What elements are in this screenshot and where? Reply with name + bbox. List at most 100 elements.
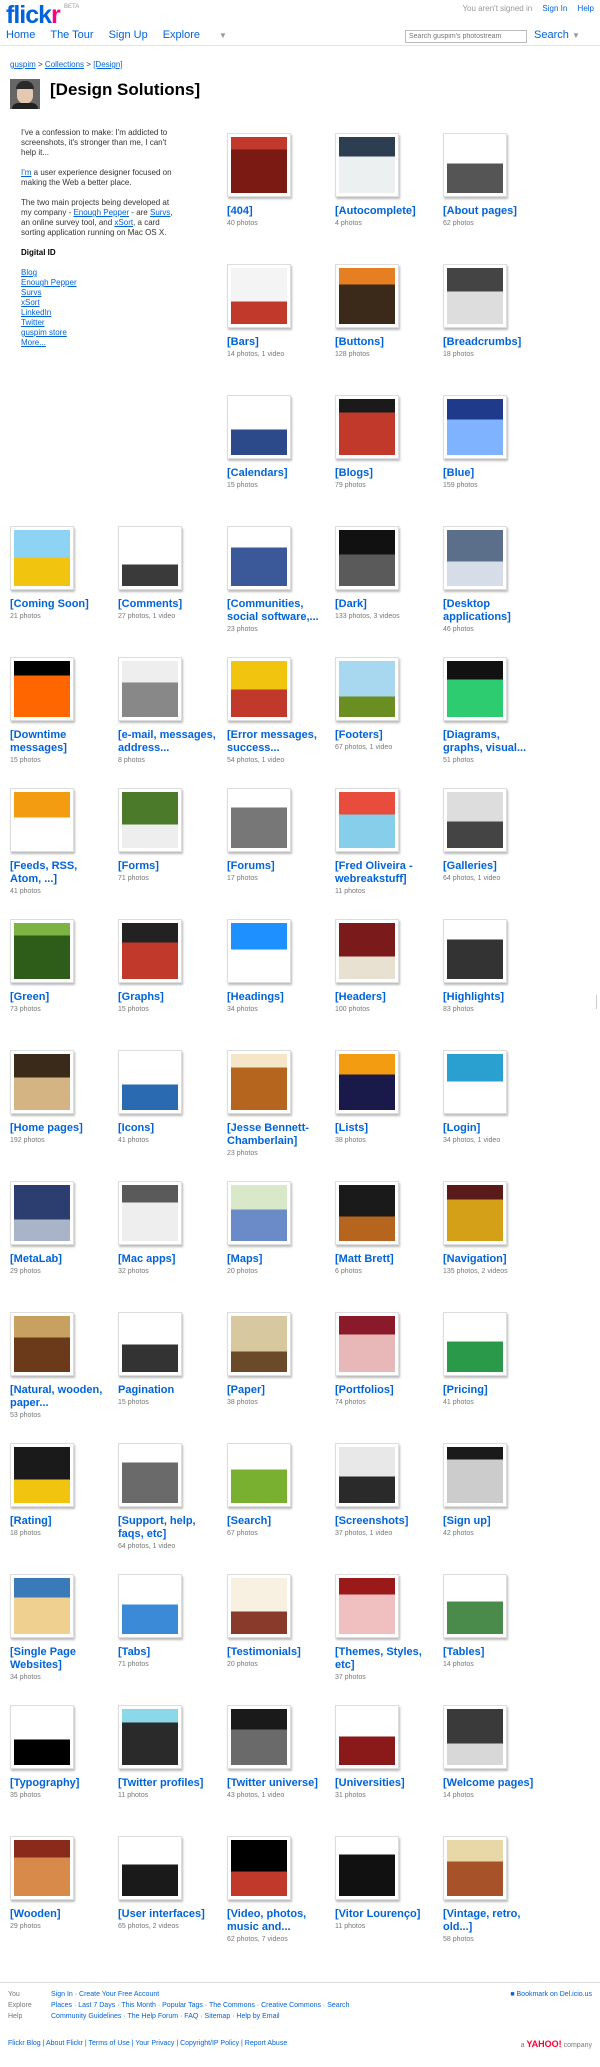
sign-in-link[interactable]: Sign In — [542, 4, 567, 13]
set-thumbnail[interactable] — [227, 788, 291, 852]
set-thumbnail[interactable] — [443, 1181, 507, 1245]
set-thumbnail[interactable] — [443, 1836, 507, 1900]
set-title[interactable]: [Twitter profiles] — [118, 1777, 216, 1790]
set-title[interactable]: [Headers] — [335, 991, 433, 1004]
set-thumbnail[interactable] — [118, 1705, 182, 1769]
set-thumbnail[interactable] — [335, 1181, 399, 1245]
set-thumbnail[interactable] — [335, 1705, 399, 1769]
scroll-marker[interactable] — [596, 995, 600, 1009]
digital-id-link-text[interactable]: Enough Pepper — [21, 278, 77, 287]
digital-id-link-text[interactable]: xSort — [21, 298, 40, 307]
flickr-logo[interactable]: flickr BETA — [6, 1, 79, 30]
digital-id-link-text[interactable]: Survs — [21, 288, 41, 297]
set-thumbnail[interactable] — [227, 1836, 291, 1900]
search-input[interactable] — [405, 30, 527, 43]
set-thumbnail[interactable] — [335, 1836, 399, 1900]
xsort-link[interactable]: xSort — [114, 218, 133, 227]
set-thumbnail[interactable] — [118, 1443, 182, 1507]
set-title[interactable]: Pagination — [118, 1384, 216, 1397]
set-thumbnail[interactable] — [335, 788, 399, 852]
set-title[interactable]: [Universities] — [335, 1777, 433, 1790]
set-thumbnail[interactable] — [443, 657, 507, 721]
set-title[interactable]: [Comments] — [118, 598, 216, 611]
about-link[interactable]: I'm — [21, 168, 31, 177]
bottom-links[interactable]: Flickr Blog | About Flickr | Terms of Us… — [8, 2040, 287, 2047]
nav-explore[interactable]: Explore ▼ — [163, 29, 242, 41]
set-title[interactable]: [Downtime messages] — [10, 729, 108, 755]
set-thumbnail[interactable] — [118, 919, 182, 983]
set-thumbnail[interactable] — [443, 395, 507, 459]
set-thumbnail[interactable] — [335, 1574, 399, 1638]
set-title[interactable]: [Screenshots] — [335, 1515, 433, 1528]
enough-pepper-link[interactable]: Enough Pepper — [73, 208, 129, 217]
set-title[interactable]: [Home pages] — [10, 1122, 108, 1135]
help-link[interactable]: Help — [578, 4, 594, 13]
set-title[interactable]: [Blue] — [443, 467, 541, 480]
digital-id-link-text[interactable]: Twitter — [21, 318, 45, 327]
digital-id-link-text[interactable]: Blog — [21, 268, 37, 277]
set-title[interactable]: [Tables] — [443, 1646, 541, 1659]
set-title[interactable]: [Mac apps] — [118, 1253, 216, 1266]
set-title[interactable]: [MetaLab] — [10, 1253, 108, 1266]
set-thumbnail[interactable] — [227, 395, 291, 459]
set-thumbnail[interactable] — [227, 1443, 291, 1507]
set-title[interactable]: [Coming Soon] — [10, 598, 108, 611]
footer-you-links[interactable]: Sign In · Create Your Free Account — [51, 1991, 159, 1998]
footer-explore-links[interactable]: Places · Last 7 Days · This Month · Popu… — [51, 2002, 349, 2009]
chevron-down-icon[interactable]: ▼ — [572, 31, 580, 40]
set-thumbnail[interactable] — [10, 919, 74, 983]
set-title[interactable]: [Vintage, retro, old...] — [443, 1908, 541, 1934]
set-title[interactable]: [Wooden] — [10, 1908, 108, 1921]
set-thumbnail[interactable] — [335, 395, 399, 459]
set-title[interactable]: [Error messages, success... — [227, 729, 325, 755]
set-title[interactable]: [Blogs] — [335, 467, 433, 480]
set-title[interactable]: [Dark] — [335, 598, 433, 611]
set-title[interactable]: [e-mail, messages, address... — [118, 729, 216, 755]
set-title[interactable]: [Maps] — [227, 1253, 325, 1266]
set-title[interactable]: [Feeds, RSS, Atom, ...] — [10, 860, 108, 886]
set-thumbnail[interactable] — [118, 1312, 182, 1376]
set-title[interactable]: [Welcome pages] — [443, 1777, 541, 1790]
set-thumbnail[interactable] — [10, 1181, 74, 1245]
set-thumbnail[interactable] — [118, 1181, 182, 1245]
set-thumbnail[interactable] — [227, 1312, 291, 1376]
set-title[interactable]: [Themes, Styles, etc] — [335, 1646, 433, 1672]
set-thumbnail[interactable] — [335, 1443, 399, 1507]
set-title[interactable]: [Forums] — [227, 860, 325, 873]
set-thumbnail[interactable] — [10, 526, 74, 590]
set-thumbnail[interactable] — [227, 1705, 291, 1769]
breadcrumb-current[interactable]: [Design] — [93, 60, 122, 69]
set-thumbnail[interactable] — [227, 526, 291, 590]
set-thumbnail[interactable] — [443, 1312, 507, 1376]
set-title[interactable]: [Tabs] — [118, 1646, 216, 1659]
set-title[interactable]: [Login] — [443, 1122, 541, 1135]
set-title[interactable]: [Bars] — [227, 336, 325, 349]
set-title[interactable]: [Natural, wooden, paper... — [10, 1384, 108, 1410]
survs-link[interactable]: Survs — [150, 208, 170, 217]
set-thumbnail[interactable] — [443, 1443, 507, 1507]
set-title[interactable]: [Galleries] — [443, 860, 541, 873]
set-title[interactable]: [Green] — [10, 991, 108, 1004]
set-title[interactable]: [Vitor Lourenço] — [335, 1908, 433, 1921]
set-title[interactable]: [Sign up] — [443, 1515, 541, 1528]
footer-help-links[interactable]: Community Guidelines · The Help Forum · … — [51, 2013, 280, 2020]
set-title[interactable]: [Twitter universe] — [227, 1777, 325, 1790]
set-title[interactable]: [Fred Oliveira - webreakstuff] — [335, 860, 433, 886]
set-thumbnail[interactable] — [118, 526, 182, 590]
set-title[interactable]: [Forms] — [118, 860, 216, 873]
set-thumbnail[interactable] — [335, 919, 399, 983]
set-title[interactable]: [Rating] — [10, 1515, 108, 1528]
set-thumbnail[interactable] — [10, 1050, 74, 1114]
breadcrumb-collections[interactable]: Collections — [45, 60, 84, 69]
set-title[interactable]: [404] — [227, 205, 325, 218]
set-title[interactable]: [Portfolios] — [335, 1384, 433, 1397]
set-thumbnail[interactable] — [443, 919, 507, 983]
digital-id-link-text[interactable]: guspim store — [21, 328, 67, 337]
set-thumbnail[interactable] — [227, 264, 291, 328]
set-thumbnail[interactable] — [10, 1836, 74, 1900]
set-thumbnail[interactable] — [227, 1574, 291, 1638]
bookmark-delicious-link[interactable]: ■ Bookmark on Del.icio.us — [510, 1991, 592, 1998]
set-thumbnail[interactable] — [443, 133, 507, 197]
set-title[interactable]: [Breadcrumbs] — [443, 336, 541, 349]
set-title[interactable]: [About pages] — [443, 205, 541, 218]
